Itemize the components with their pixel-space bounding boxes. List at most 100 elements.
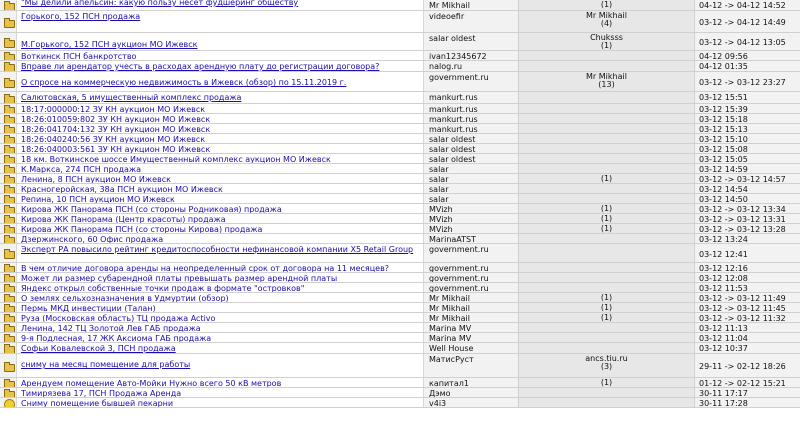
topic-link[interactable]: Красногеройская, 38а ПСН аукцион МО Ижев… [21,185,423,193]
topic-replies-cell: Chuksss (1) [518,33,694,50]
topic-row: Вправе ли арендатор учесть в расходах ар… [0,61,800,72]
topic-author-cell: mankurt.rus [423,92,518,103]
topic-link[interactable]: Вправе ли арендатор учесть в расходах ар… [21,62,423,71]
topic-title-cell: Руза (Московская область) ТЦ продажа Act… [17,313,423,322]
topic-replies-cell: (1) [518,204,694,213]
topic-replies-cell [518,333,694,342]
topic-row: "Мы делили апельсин: какую пользу несет … [0,0,800,11]
topic-link[interactable]: О спросе на коммерческую недвижимость в … [21,78,423,88]
topic-link[interactable]: Сниму помещение бывшей пекарни [21,399,423,407]
topic-replies-cell [518,104,694,113]
topic-icon-cell [0,388,17,397]
topic-date-cell: 03-12 12:08 [694,273,800,282]
topic-author-cell: Mr Mikhail [423,303,518,312]
topic-title-cell: Может ли размер субарендной платы превыш… [17,273,423,282]
topic-date: 30-11 17:17 [699,389,748,398]
topic-replies-cell [518,194,694,203]
topic-link[interactable]: Руза (Московская область) ТЦ продажа Act… [21,314,423,322]
topic-author: Mr Mikhail [429,314,470,323]
topic-title-cell: О спросе на коммерческую недвижимость в … [17,72,423,91]
topic-link[interactable]: Репина, 10 ПСН аукцион МО Ижевск [21,195,423,203]
topic-author-cell: Well House [423,343,518,353]
topic-date: 01-12 -> 02-12 15:21 [699,379,786,388]
folder-icon [4,334,15,342]
topic-icon-cell [0,323,17,332]
topic-date: 03-12 -> 03-12 13:31 [699,215,786,224]
topic-icon-cell [0,61,17,71]
topic-author-cell: salar [423,174,518,183]
topic-date: 03-12 -> 03-12 13:28 [699,225,786,234]
topic-replies-cell [518,273,694,282]
folder-icon [4,195,15,203]
topic-date: 03-12 12:16 [699,264,748,273]
topic-link[interactable]: Тимирязева 17, ПСН Продажа Аренда [21,389,423,397]
topic-link[interactable]: 18 км. Воткинское шоссе Имущественный ко… [21,155,423,163]
topic-replies-cell [518,398,694,407]
topic-author-cell: salar oldest [423,154,518,163]
topic-link[interactable]: М.Горького, 152 ПСН аукцион МО Ижевск [21,40,423,50]
topic-link[interactable]: Софьи Ковалевской 3, ПСН продажа [21,344,423,353]
topic-author: МатисРуст [429,355,474,364]
topic-replies: Mr Mikhail (4) [586,11,627,28]
topic-icon-cell [0,154,17,163]
topic-title-cell: Кирова ЖК Панорама ПСН (со стороны Родни… [17,204,423,213]
topic-link[interactable]: Салютовская, 5 имущественный комплекс пр… [21,93,423,103]
topic-date-cell: 03-12 -> 04-12 13:05 [694,33,800,50]
topic-author-cell: nalog.ru [423,61,518,71]
topic-date-cell: 03-12 13:24 [694,234,800,243]
topic-icon-cell [0,164,17,173]
topic-link[interactable]: 9-я Подлесная, 17 ЖК Аксиома ГАБ продажа [21,334,423,342]
topic-link[interactable]: Эксперт РА повысило рейтинг кредитоспосо… [21,245,423,255]
topic-date: 03-12 15:39 [699,105,748,114]
topic-replies: (1) [600,293,613,302]
topic-link[interactable]: Яндекс открыл собственные точки продаж в… [21,284,423,292]
topic-link[interactable]: 18:26:040240:56 ЗУ КН аукцион МО Ижевск [21,135,423,143]
topic-link[interactable]: Ленина, 142 ТЦ Золотой Лев ГАБ продажа [21,324,423,332]
topic-link[interactable]: Кирова ЖК Панорама ПСН (со стороны Киров… [21,225,423,233]
topic-link[interactable]: Дзержинского, 60 Офис продажа [21,235,423,243]
topic-date: 03-12 -> 03-12 14:57 [699,175,786,184]
topic-link[interactable]: Кирова ЖК Панорама ПСН (со стороны Родни… [21,205,423,213]
folder-icon [4,225,15,233]
topic-link[interactable]: Может ли размер субарендной платы превыш… [21,274,423,282]
topic-replies-cell: (1) [518,174,694,183]
topic-date-cell: 03-12 11:13 [694,323,800,332]
folder-icon [4,78,15,88]
topic-title-cell: 18:26:040240:56 ЗУ КН аукцион МО Ижевск [17,134,423,143]
topic-author: mankurt.rus [429,125,478,134]
topic-link[interactable]: "Мы делили апельсин: какую пользу несет … [21,0,423,8]
topic-link[interactable]: 18:26:040003:561 ЗУ КН аукцион МО Ижевск [21,145,423,153]
topic-link[interactable]: 18:26:041704:132 ЗУ КН аукцион МО Ижевск [21,125,423,133]
topic-link[interactable]: Горького, 152 ПСН продажа [21,12,423,22]
topic-author-cell: government.ru [423,263,518,272]
folder-icon [4,94,15,103]
topic-date-cell: 30-11 17:17 [694,388,800,397]
topic-link[interactable]: Воткинск ПСН банкротство [21,52,423,60]
topic-link[interactable]: 18:17:000000:12 ЗУ КН аукцион МО Ижевск [21,105,423,113]
topic-replies-cell [518,323,694,332]
topic-date: 04-12 01:35 [699,62,748,71]
folder-icon [4,185,15,193]
topic-date-cell: 03-12 15:18 [694,114,800,123]
topic-title-cell: Пермь МКД инвестиции (Талан) [17,303,423,312]
topic-link[interactable]: Арендуем помещение Авто-Мойки Нужно всег… [21,379,423,387]
topic-replies: (1) [600,303,613,312]
topic-date-cell: 03-12 -> 03-12 13:31 [694,214,800,223]
topic-link[interactable]: К.Маркса, 274 ПСН продажа [21,165,423,173]
topic-title-cell: Сниму помещение бывшей пекарни [17,398,423,407]
topic-link[interactable]: 18:26:010059:802 ЗУ КН аукцион МО Ижевск [21,115,423,123]
topic-icon-cell [0,398,17,407]
topic-link[interactable]: В чем отличие договора аренды на неопред… [21,264,423,272]
topic-link[interactable]: сниму на месяц помещение для работы [21,360,423,370]
topic-date: 04-12 -> 04-12 14:52 [699,1,786,10]
topic-replies: (1) [600,313,613,322]
topic-author-cell: МатисРуст [423,354,518,377]
topic-link[interactable]: Ленина, 8 ПСН аукцион МО Ижевск [21,175,423,183]
topic-link[interactable]: Кирова ЖК Панорама (Центр красоты) прода… [21,215,423,223]
topic-replies-cell: Mr Mikhail (4) [518,11,694,32]
topic-link[interactable]: О землях сельхозназначения в Удмуртии (о… [21,294,423,302]
topic-link[interactable]: Пермь МКД инвестиции (Талан) [21,304,423,312]
folder-icon [4,264,15,272]
topic-replies-cell [518,134,694,143]
topic-row: Репина, 10 ПСН аукцион МО Ижевск salar 03-… [0,194,800,204]
